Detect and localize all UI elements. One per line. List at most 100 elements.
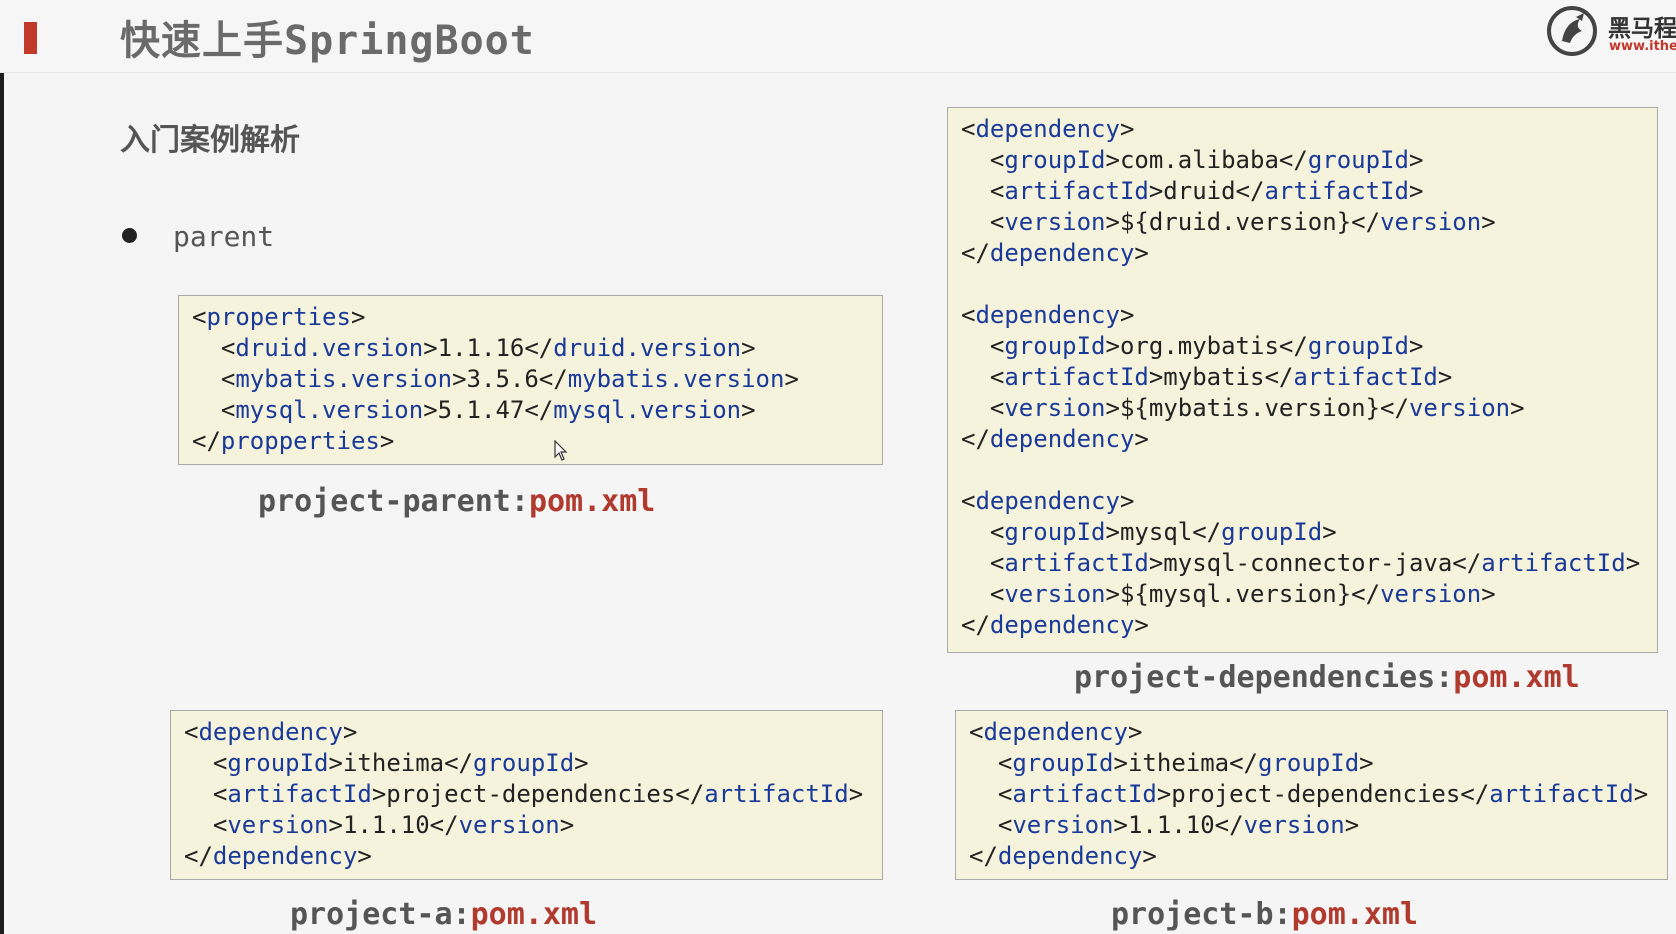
- xml-text: >: [574, 749, 589, 777]
- code-box-project-b: <dependency> <groupId>itheima</groupId> …: [955, 710, 1668, 880]
- code-line: <artifactId>project-dependencies</artifa…: [969, 779, 1655, 810]
- xml-text: >3.5.6</: [452, 365, 568, 393]
- xml-tag-name: artifactId: [1264, 177, 1409, 205]
- caption-project-name: project-parent:: [258, 484, 529, 519]
- xml-text: </: [969, 842, 998, 870]
- xml-tag-name: groupId: [1004, 146, 1106, 174]
- xml-tag-name: version: [1380, 208, 1482, 236]
- xml-text: <: [969, 780, 1013, 808]
- xml-tag-name: groupId: [227, 749, 329, 777]
- xml-text: <: [192, 303, 207, 331]
- xml-text: >: [1408, 177, 1424, 205]
- code-line: <properties>: [192, 302, 870, 333]
- code-box-project-dependencies: <dependency> <groupId>com.alibaba</group…: [947, 107, 1658, 653]
- code-line: <groupId>org.mybatis</groupId>: [961, 331, 1645, 362]
- xml-tag-name: dependency: [975, 487, 1120, 515]
- xml-tag-name: version: [1012, 811, 1114, 839]
- code-line: <groupId>itheima</groupId>: [184, 748, 870, 779]
- xml-tag-name: dependency: [212, 842, 358, 870]
- xml-text: <: [192, 365, 236, 393]
- code-line: <dependency>: [969, 717, 1655, 748]
- xml-text: >: [559, 811, 575, 839]
- xml-text: >: [1119, 115, 1135, 143]
- xml-text: >: [1437, 363, 1453, 391]
- xml-text: <: [961, 301, 976, 329]
- xml-text: <: [961, 177, 1005, 205]
- code-line: <groupId>com.alibaba</groupId>: [961, 145, 1645, 176]
- xml-text: <: [184, 749, 228, 777]
- code-line: <dependency>: [961, 300, 1645, 331]
- code-line: <groupId>mysql</groupId>: [961, 517, 1645, 548]
- xml-text: <: [969, 749, 1013, 777]
- caption-project-name: project-a:: [290, 897, 471, 932]
- xml-text: </: [192, 427, 221, 455]
- page-title: 快速上手SpringBoot: [120, 18, 535, 64]
- xml-text: >druid</: [1148, 177, 1265, 205]
- code-line: </propperties>: [192, 426, 870, 457]
- xml-text: >mybatis</: [1148, 363, 1294, 391]
- code-line: <version>${mysql.version}</version>: [961, 579, 1645, 610]
- xml-text: </: [961, 611, 990, 639]
- xml-tag-name: groupId: [1307, 332, 1409, 360]
- xml-tag-name: artifactId: [1012, 780, 1157, 808]
- code-line: <artifactId>mysql-connector-java</artifa…: [961, 548, 1645, 579]
- code-line: <artifactId>project-dependencies</artifa…: [184, 779, 870, 810]
- xml-text: >1.1.10</: [1113, 811, 1244, 839]
- code-line: <mysql.version>5.1.47</mysql.version>: [192, 395, 870, 426]
- xml-text: </: [184, 842, 213, 870]
- code-line: <version>1.1.10</version>: [969, 810, 1655, 841]
- code-line: <dependency>: [961, 486, 1645, 517]
- code-line: <version>${druid.version}</version>: [961, 207, 1645, 238]
- xml-text: >: [357, 842, 372, 870]
- xml-text: >project-dependencies</: [371, 780, 705, 808]
- xml-tag-name: mysql.version: [553, 396, 742, 424]
- xml-text: >mysql</: [1105, 518, 1222, 546]
- xml-tag-name: artifactId: [227, 780, 372, 808]
- code-line: </dependency>: [961, 424, 1645, 455]
- mouse-pointer-icon: [554, 440, 568, 461]
- xml-text: >: [342, 718, 358, 746]
- code-line: </dependency>: [961, 610, 1645, 641]
- title-bar: 快速上手SpringBoot 黑马程 www.ithein: [0, 0, 1676, 73]
- xml-text: >itheima</: [328, 749, 474, 777]
- xml-text: <: [961, 115, 976, 143]
- xml-tag-name: propperties: [220, 427, 380, 455]
- xml-text: <: [192, 396, 236, 424]
- xml-text: >: [350, 303, 366, 331]
- code-line: <artifactId>mybatis</artifactId>: [961, 362, 1645, 393]
- xml-tag-name: version: [458, 811, 560, 839]
- xml-text: >: [1510, 394, 1525, 422]
- caption-file-name: pom.xml: [470, 897, 598, 932]
- xml-text: <: [969, 811, 1013, 839]
- xml-tag-name: artifactId: [1004, 177, 1149, 205]
- xml-text: <: [961, 394, 1005, 422]
- code-line: </dependency>: [969, 841, 1655, 872]
- xml-text: >: [1633, 780, 1649, 808]
- code-line: <groupId>itheima</groupId>: [969, 748, 1655, 779]
- xml-text: >: [784, 365, 799, 393]
- xml-text: <: [961, 332, 1005, 360]
- logo-url: www.ithein: [1609, 39, 1676, 54]
- xml-text: >: [1119, 301, 1135, 329]
- xml-text: <: [969, 718, 984, 746]
- xml-text: >mysql-connector-java</: [1148, 549, 1482, 577]
- xml-tag-name: version: [1408, 394, 1511, 422]
- xml-text: >: [1119, 487, 1135, 515]
- caption-file-name: pom.xml: [528, 484, 656, 519]
- bullet-text: parent: [173, 220, 275, 253]
- xml-tag-name: mysql.version: [235, 396, 424, 424]
- xml-tag-name: artifactId: [1004, 549, 1149, 577]
- xml-tag-name: version: [227, 811, 329, 839]
- code-box-parent-properties: <properties> <druid.version>1.1.16</drui…: [178, 295, 883, 465]
- xml-text: >${druid.version}</: [1105, 208, 1381, 236]
- xml-text: >: [1127, 718, 1143, 746]
- xml-tag-name: groupId: [1221, 518, 1323, 546]
- code-box-project-a: <dependency> <groupId>itheima</groupId> …: [170, 710, 883, 880]
- xml-tag-name: artifactId: [1489, 780, 1634, 808]
- xml-tag-name: groupId: [1307, 146, 1409, 174]
- xml-text: >: [379, 427, 395, 455]
- xml-tag-name: dependency: [989, 611, 1135, 639]
- xml-tag-name: properties: [206, 303, 351, 331]
- code-line: </dependency>: [184, 841, 870, 872]
